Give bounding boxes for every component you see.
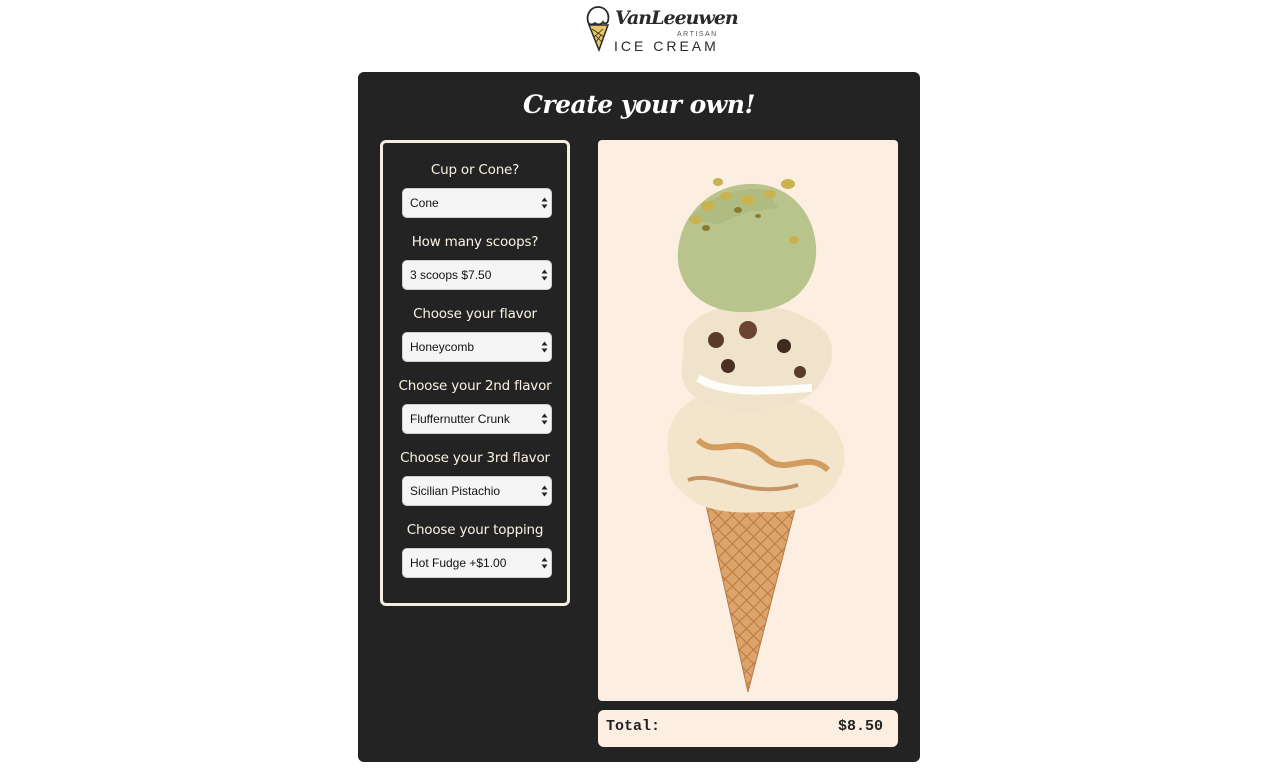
ice-cream-cone-image [667,178,845,693]
total-bar: Total: $8.50 [598,710,898,747]
updown-arrows-icon [541,341,548,353]
flavor-1-select[interactable]: Honeycomb [402,332,552,362]
topping-select[interactable]: Hot Fudge +$1.00 [402,548,552,578]
flavor-1-label: Choose your flavor [413,306,537,322]
scoops-label: How many scoops? [411,234,539,250]
updown-arrows-icon [541,269,548,281]
logo-main-text: ICE CREAM [614,38,719,54]
ice-cream-cone-logo-icon [586,6,610,53]
ice-cream-preview [598,140,898,701]
total-label: Total: [606,718,661,735]
flavor-1-value: Honeycomb [410,340,475,354]
flavor-2-value: Fluffernutter Crunk [410,412,510,426]
logo-sub-text: ARTISAN [677,31,718,38]
updown-arrows-icon [541,197,548,209]
topping-value: Hot Fudge +$1.00 [410,556,507,570]
scoops-value: 3 scoops $7.50 [410,268,492,282]
flavor-2-label: Choose your 2nd flavor [398,378,552,394]
flavor-3-value: Sicilian Pistachio [410,484,501,498]
brand-logo[interactable]: VanLeeuwen ARTISAN ICE CREAM [585,4,739,56]
builder-title: Create your own! [523,90,755,119]
total-value: $8.50 [837,718,883,735]
options-box: Cup or Cone? Cone How many scoops? 3 sco… [380,140,570,606]
updown-arrows-icon [541,557,548,569]
updown-arrows-icon [541,485,548,497]
flavor-3-label: Choose your 3rd flavor [400,450,550,466]
updown-arrows-icon [541,413,548,425]
logo-script-text: VanLeeuwen [615,7,739,29]
flavor-2-select[interactable]: Fluffernutter Crunk [402,404,552,434]
cup-or-cone-select[interactable]: Cone [402,188,552,218]
scoops-select[interactable]: 3 scoops $7.50 [402,260,552,290]
builder-panel: Create your own! Cup or Cone? Cone How m… [358,72,920,762]
flavor-3-select[interactable]: Sicilian Pistachio [402,476,552,506]
topping-label: Choose your topping [406,522,544,538]
cup-or-cone-label: Cup or Cone? [430,162,520,178]
cup-or-cone-value: Cone [410,196,439,210]
